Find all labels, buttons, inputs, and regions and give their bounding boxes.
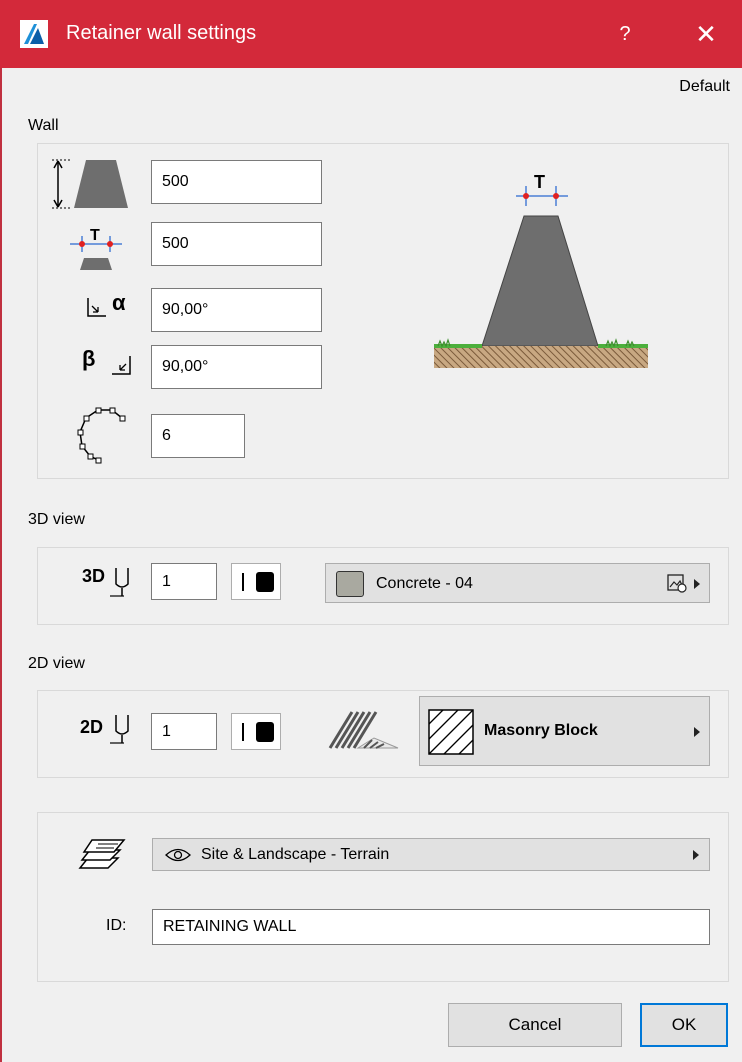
surface-picker[interactable]: Concrete - 04 [325, 563, 710, 603]
id-label: ID: [106, 917, 127, 934]
chevron-right-icon [694, 727, 700, 737]
alpha-angle-icon: α [86, 290, 138, 322]
id-input[interactable]: RETAINING WALL [152, 909, 710, 945]
window-border [0, 68, 2, 1062]
pen-2d-prefix: 2D [80, 717, 104, 737]
pen-icon [110, 568, 129, 597]
pen-color-swatch [256, 722, 274, 742]
ok-button[interactable]: OK [640, 1003, 728, 1047]
help-button[interactable]: ? [610, 18, 640, 50]
arc-segments-icon [77, 407, 126, 464]
close-button[interactable]: ✕ [686, 16, 726, 52]
wall-preview-diagram: T [434, 172, 648, 368]
pen-line-icon [242, 723, 244, 741]
layer-picker[interactable]: Site & Landscape - Terrain [152, 838, 710, 871]
beta-symbol: β [82, 346, 96, 371]
view3d-section-label: 3D view [28, 511, 85, 528]
surface-swatch [336, 571, 364, 597]
title-bar: Retainer wall settings ? ✕ [0, 0, 742, 68]
arc-segments-input[interactable]: 6 [151, 414, 245, 458]
fill-picker[interactable]: Masonry Block [419, 696, 710, 766]
svg-text:T: T [90, 227, 100, 244]
pen-line-icon [242, 573, 244, 591]
surface-label: Concrete - 04 [376, 575, 473, 592]
chevron-right-icon [693, 850, 699, 860]
pen-3d-picker[interactable] [231, 563, 281, 600]
eye-icon [165, 848, 191, 862]
top-thickness-icon: T [70, 227, 122, 270]
pen-icon [110, 715, 129, 744]
view2d-section-label: 2D view [28, 655, 85, 672]
corner-arrow-icon [87, 298, 106, 317]
pen-2d-picker[interactable] [231, 713, 281, 750]
cancel-button[interactable]: Cancel [448, 1003, 622, 1047]
top-thickness-input[interactable]: 500 [151, 222, 322, 266]
pen-2d-input[interactable]: 1 [151, 713, 217, 750]
wall-height-input[interactable]: 500 [151, 160, 322, 204]
layer-icon [78, 839, 126, 869]
wall-height-icon [52, 159, 128, 209]
pen-2d-icon: 2D [80, 713, 138, 749]
chevron-right-icon [694, 579, 700, 589]
corner-arrow-icon [112, 356, 131, 375]
window-title: Retainer wall settings [66, 22, 257, 44]
wall-section-label: Wall [28, 117, 59, 134]
fill-type-icon[interactable] [328, 708, 402, 754]
alpha-symbol: α [112, 290, 126, 315]
surface-settings-icon [667, 574, 687, 593]
svg-text:T: T [534, 172, 545, 192]
alpha-angle-input[interactable]: 90,00° [151, 288, 322, 332]
archicad-app-icon [20, 20, 48, 48]
fill-label: Masonry Block [484, 722, 598, 739]
preset-label: Default [679, 78, 730, 95]
pen-3d-icon: 3D [82, 566, 138, 602]
layer-label: Site & Landscape - Terrain [201, 846, 390, 863]
masonry-block-icon [428, 709, 474, 755]
pen-3d-prefix: 3D [82, 566, 106, 586]
pen-color-swatch [256, 572, 274, 592]
beta-angle-input[interactable]: 90,00° [151, 345, 322, 389]
beta-angle-icon: β [82, 346, 138, 380]
pen-3d-input[interactable]: 1 [151, 563, 217, 600]
